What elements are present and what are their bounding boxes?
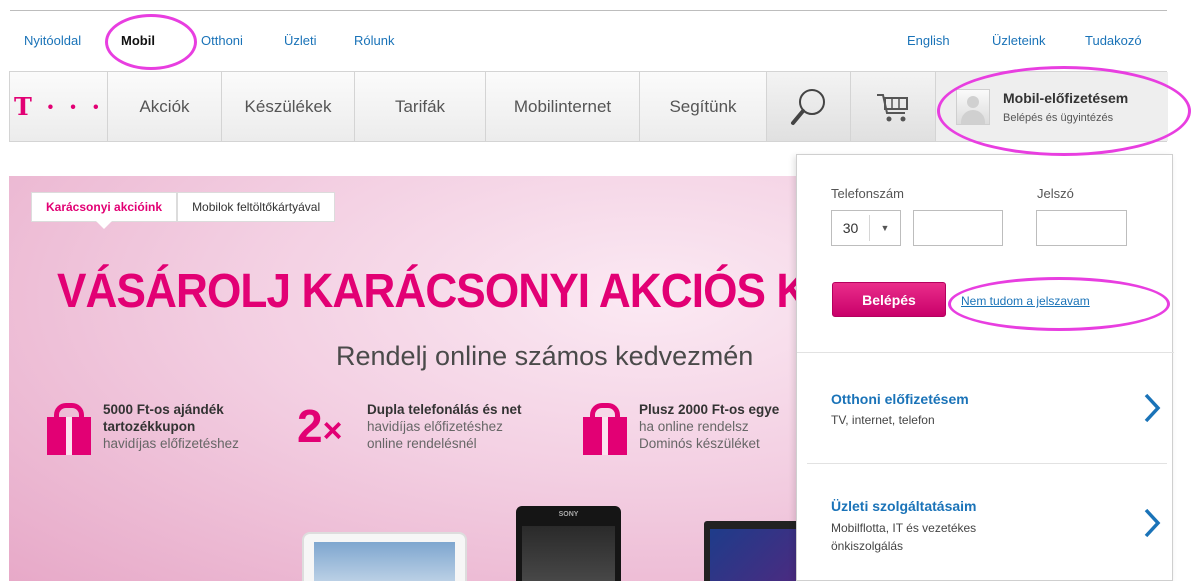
promo-desc: havidíjas előfizetéshez <box>367 419 503 434</box>
password-input[interactable] <box>1036 210 1127 246</box>
top-nav-uzleti-link[interactable]: Üzleti <box>284 33 317 48</box>
chevron-down-icon: ▼ <box>880 223 890 233</box>
prefix-value: 30 <box>832 215 870 241</box>
forgot-password-link[interactable]: Nem tudom a jelszavam <box>961 294 1090 308</box>
top-nav-otthoni-link[interactable]: Otthoni <box>201 33 243 48</box>
service-subtitle: önkiszolgálás <box>831 539 904 553</box>
tablet-image <box>302 532 467 581</box>
top-nav-rolunk-link[interactable]: Rólunk <box>354 33 394 48</box>
promo-desc: Dominós készüléket <box>639 436 760 451</box>
chevron-right-icon <box>1144 508 1161 538</box>
gift-icon <box>581 401 629 455</box>
top-nav-mobil-link[interactable]: Mobil <box>121 33 155 48</box>
account-menu[interactable]: Mobil-előfizetésem Belépés és ügyintézés <box>936 72 1168 141</box>
promo-title: 5000 Ft-os ajándék <box>103 402 224 417</box>
main-nav: T · · · Akciók Készülékek Tarifák Mobili… <box>9 71 1168 142</box>
phone-number-input[interactable] <box>913 210 1003 246</box>
password-label: Jelszó <box>1037 186 1074 201</box>
promo-title: tartozékkupon <box>103 419 196 434</box>
chevron-right-icon <box>1144 393 1161 423</box>
login-dropdown: Telefonszám Jelszó 30 ▼ Belépés Nem tudo… <box>796 154 1174 581</box>
account-subtitle: Belépés és ügyintézés <box>1003 111 1114 124</box>
phone-prefix-select[interactable]: 30 ▼ <box>831 210 901 246</box>
tab-prepaid-phones[interactable]: Mobilok feltöltőkártyával <box>177 192 336 222</box>
nav-item-keszulekek[interactable]: Készülékek <box>222 72 355 141</box>
service-subtitle: Mobilflotta, IT és vezetékes <box>831 521 977 535</box>
promo-title: Plusz 2000 Ft-os egye <box>639 402 780 417</box>
hero-banner[interactable]: Karácsonyi akcióink Mobilok feltöltőkárt… <box>9 176 809 581</box>
laptop-image <box>704 521 804 581</box>
double-icon: 2× <box>297 400 343 452</box>
top-nav-directory-link[interactable]: Tudakozó <box>1085 33 1142 48</box>
promo-title: Dupla telefonálás és net <box>367 402 522 417</box>
promo-desc: ha online rendelsz <box>639 419 749 434</box>
hero-subheadline: Rendelj online számos kedvezmén <box>336 341 754 371</box>
account-title: Mobil-előfizetésem <box>1003 89 1129 106</box>
nav-item-tarifak[interactable]: Tarifák <box>355 72 486 141</box>
promo-accessory-coupon: 5000 Ft-os ajándék tartozékkupon havidíj… <box>45 401 239 455</box>
service-title: Üzleti szolgáltatásaim <box>831 498 977 514</box>
nav-item-segitunk[interactable]: Segítünk <box>640 72 767 141</box>
gift-icon <box>45 401 93 455</box>
promo-plus-2000: Plusz 2000 Ft-os egye ha online rendelsz… <box>581 401 779 455</box>
nav-item-akciok[interactable]: Akciók <box>108 72 222 141</box>
phone-brand-label: SONY <box>558 511 579 518</box>
nav-item-mobilinternet[interactable]: Mobilinternet <box>486 72 640 141</box>
search-button[interactable] <box>767 72 851 141</box>
top-nav-stores-link[interactable]: Üzleteink <box>992 33 1045 48</box>
phone-label: Telefonszám <box>831 186 904 201</box>
service-home-subscription[interactable]: Otthoni előfizetésem TV, internet, telef… <box>797 353 1174 463</box>
service-business[interactable]: Üzleti szolgáltatásaim Mobilflotta, IT é… <box>797 464 1174 574</box>
promo-double-talk: 2× Dupla telefonálás és net havidíjas el… <box>297 401 522 456</box>
promo-desc: havidíjas előfizetéshez <box>103 436 239 451</box>
service-subtitle: TV, internet, telefon <box>831 413 935 427</box>
hero-tabs: Karácsonyi akcióink Mobilok feltöltőkárt… <box>31 192 336 229</box>
promo-desc: online rendelésnél <box>367 436 477 451</box>
top-divider <box>10 10 1167 11</box>
cart-button[interactable] <box>851 72 936 141</box>
top-nav-english-link[interactable]: English <box>907 33 950 48</box>
login-button[interactable]: Belépés <box>832 282 946 317</box>
cart-icon <box>877 93 908 121</box>
telekom-logo[interactable]: T · · · <box>10 72 108 141</box>
top-nav-home-link[interactable]: Nyitóoldal <box>24 33 81 48</box>
hero-headline: VÁSÁROLJ KARÁCSONYI AKCIÓS KÉ <box>57 265 809 318</box>
user-avatar-icon <box>956 88 990 125</box>
phone-image: SONY <box>516 506 621 581</box>
tab-christmas-offers[interactable]: Karácsonyi akcióink <box>31 192 178 229</box>
service-title: Otthoni előfizetésem <box>831 391 969 407</box>
search-icon <box>790 88 825 125</box>
